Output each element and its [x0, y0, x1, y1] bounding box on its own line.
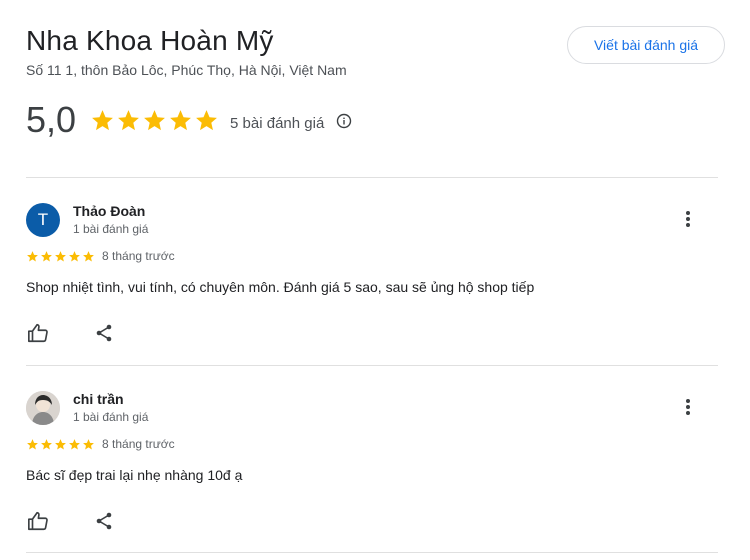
star-icon — [69, 438, 80, 449]
review-card: T Thảo Đoàn 1 bài đánh giá 8 tháng trước… — [26, 203, 718, 353]
star-icon — [118, 109, 139, 130]
review-actions — [26, 509, 116, 533]
divider — [26, 552, 718, 553]
star-icon — [41, 250, 52, 261]
review-text: Bác sĩ đẹp trai lại nhẹ nhàng 10đ ạ — [26, 467, 243, 483]
star-icon — [69, 250, 80, 261]
star-icon — [55, 438, 66, 449]
review-actions — [26, 321, 116, 345]
share-icon[interactable] — [92, 509, 116, 533]
write-review-button[interactable]: Viết bài đánh giá — [567, 26, 725, 64]
review-date: 8 tháng trước — [102, 437, 175, 451]
thumb-up-icon[interactable] — [26, 509, 50, 533]
review-text: Shop nhiệt tình, vui tính, có chuyên môn… — [26, 279, 535, 295]
info-icon[interactable] — [336, 113, 352, 129]
star-icon — [41, 438, 52, 449]
star-rating — [26, 438, 96, 451]
star-icon — [27, 250, 38, 261]
star-icon — [92, 109, 113, 130]
more-vert-icon[interactable] — [677, 395, 699, 419]
review-stars: 8 tháng trước — [26, 249, 175, 263]
review-card: chi trần 1 bài đánh giá 8 tháng trước Bá… — [26, 391, 718, 541]
reviewer-review-count: 1 bài đánh giá — [73, 410, 149, 424]
business-address: Số 11 1, thôn Bảo Lôc, Phúc Thọ, Hà Nội,… — [26, 62, 347, 78]
star-icon — [55, 250, 66, 261]
avatar[interactable] — [26, 391, 60, 425]
divider — [26, 365, 718, 366]
star-icon — [27, 438, 38, 449]
reviewer-name[interactable]: chi trần — [73, 391, 124, 407]
avatar[interactable]: T — [26, 203, 60, 237]
thumb-up-icon[interactable] — [26, 321, 50, 345]
more-vert-icon[interactable] — [677, 207, 699, 231]
star-icon — [196, 109, 217, 130]
star-icon — [83, 438, 94, 449]
rating-value: 5,0 — [26, 99, 77, 140]
reviewer-review-count: 1 bài đánh giá — [73, 222, 149, 236]
star-icon — [144, 109, 165, 130]
divider — [26, 177, 718, 178]
reviewer-name[interactable]: Thảo Đoàn — [73, 203, 145, 219]
review-stars: 8 tháng trước — [26, 437, 175, 451]
review-date: 8 tháng trước — [102, 249, 175, 263]
review-count: 5 bài đánh giá — [230, 114, 325, 132]
rating-summary: 5,0 5 bài đánh giá — [26, 98, 352, 142]
rating-stars — [90, 108, 220, 133]
star-rating — [26, 250, 96, 263]
star-icon — [83, 250, 94, 261]
share-icon[interactable] — [92, 321, 116, 345]
star-icon — [170, 109, 191, 130]
